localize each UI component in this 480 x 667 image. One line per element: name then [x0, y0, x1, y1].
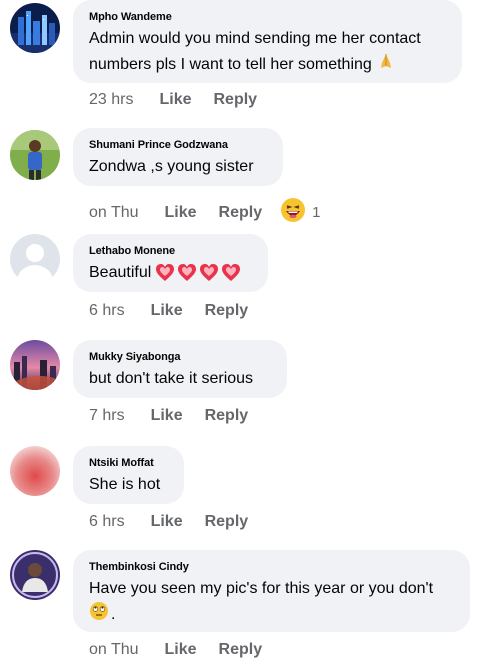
- comment-text-line: Admin would you mind sending me her cont…: [89, 30, 421, 47]
- avatar[interactable]: [10, 550, 60, 600]
- comment-timestamp[interactable]: 7 hrs: [89, 407, 125, 425]
- like-button[interactable]: Like: [151, 407, 183, 425]
- growing-heart-icon: [156, 264, 241, 281]
- laughing-face-icon: [280, 197, 306, 228]
- portrait-avatar-icon: [10, 550, 60, 600]
- comment-timestamp[interactable]: 6 hrs: [89, 302, 125, 320]
- avatar[interactable]: [10, 234, 60, 284]
- comment-actions: 6 hrs Like Reply: [89, 302, 248, 320]
- comment-actions: 23 hrs Like Reply: [89, 91, 257, 109]
- default-profile-icon: [10, 234, 60, 284]
- like-button[interactable]: Like: [165, 204, 197, 222]
- reaction-summary[interactable]: 1: [280, 197, 320, 228]
- reply-button[interactable]: Reply: [205, 302, 249, 320]
- blurred-photo-avatar-icon: [10, 446, 60, 496]
- reply-button[interactable]: Reply: [219, 204, 263, 222]
- comment-actions: on Thu Like Reply 1: [89, 197, 320, 228]
- comment-text-line-2: .: [89, 601, 454, 629]
- comment-bubble: Mukky Siyabonga but don't take it seriou…: [73, 340, 287, 398]
- avatar[interactable]: [10, 340, 60, 390]
- comment-text: Zondwa ,s young sister: [89, 158, 254, 175]
- like-button[interactable]: Like: [165, 641, 197, 659]
- comment-text: Have you seen my pic's for this year or …: [89, 577, 454, 629]
- avatar[interactable]: [10, 3, 60, 53]
- comment-timestamp[interactable]: on Thu: [89, 641, 139, 659]
- person-outdoor-avatar-icon: [10, 130, 60, 180]
- comment-bubble: Thembinkosi Cindy Have you seen my pic's…: [73, 550, 470, 632]
- comment-actions: 6 hrs Like Reply: [89, 513, 248, 531]
- comment-bubble: Mpho Wandeme Admin would you mind sendin…: [73, 0, 462, 83]
- commenter-name[interactable]: Thembinkosi Cindy: [89, 560, 454, 574]
- like-button[interactable]: Like: [151, 513, 183, 531]
- comment-text-line-2: numbers pls I want to tell her something: [89, 51, 446, 79]
- commenter-name[interactable]: Shumani Prince Godzwana: [89, 138, 267, 152]
- commenter-name[interactable]: Mukky Siyabonga: [89, 350, 271, 364]
- comment-actions: on Thu Like Reply: [89, 641, 262, 659]
- reaction-count: 1: [312, 204, 321, 221]
- avatar[interactable]: [10, 130, 60, 180]
- reply-button[interactable]: Reply: [213, 91, 257, 109]
- comment-actions: 7 hrs Like Reply: [89, 407, 248, 425]
- comment-text-line: .: [111, 606, 116, 623]
- comment-timestamp[interactable]: 23 hrs: [89, 91, 133, 109]
- commenter-name[interactable]: Lethabo Monene: [89, 244, 252, 258]
- commenter-name[interactable]: Ntsiki Moffat: [89, 456, 168, 470]
- comment-timestamp[interactable]: 6 hrs: [89, 513, 125, 531]
- comment-bubble: Lethabo Monene Beautiful: [73, 234, 268, 292]
- comment-bubble: Shumani Prince Godzwana Zondwa ,s young …: [73, 128, 283, 186]
- reply-button[interactable]: Reply: [205, 513, 249, 531]
- commenter-name[interactable]: Mpho Wandeme: [89, 10, 446, 24]
- heart-icons: [155, 263, 243, 283]
- avatar[interactable]: [10, 446, 60, 496]
- comment-bubble: Ntsiki Moffat She is hot: [73, 446, 184, 504]
- comment-timestamp[interactable]: on Thu: [89, 204, 139, 222]
- like-button[interactable]: Like: [151, 302, 183, 320]
- city-sunset-avatar-icon: [10, 340, 60, 390]
- comment-text-line: Have you seen my pic's for this year or …: [89, 580, 434, 597]
- comment-text: She is hot: [89, 476, 161, 493]
- like-button[interactable]: Like: [159, 91, 191, 109]
- city-night-avatar-icon: [10, 3, 60, 53]
- praying-hands-icon: [376, 51, 396, 79]
- comment-text: but don't take it serious: [89, 370, 254, 387]
- reply-button[interactable]: Reply: [219, 641, 263, 659]
- comment-text: Admin would you mind sending me her cont…: [89, 27, 446, 79]
- rolling-eyes-icon: [89, 601, 109, 629]
- reply-button[interactable]: Reply: [205, 407, 249, 425]
- comment-text-content: Beautiful: [89, 264, 152, 281]
- comment-text: Beautiful: [89, 261, 252, 285]
- comment-text-line: numbers pls I want to tell her something: [89, 56, 372, 74]
